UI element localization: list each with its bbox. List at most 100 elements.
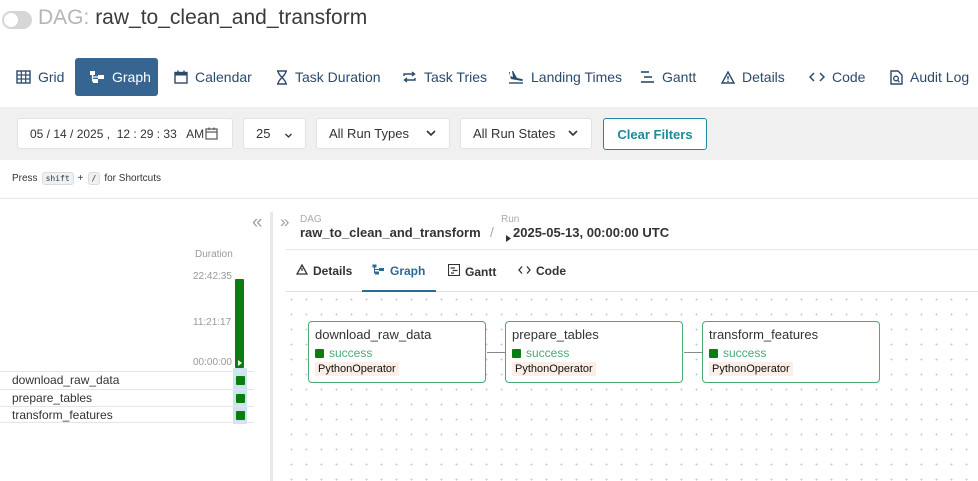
warning-triangle-icon bbox=[721, 70, 735, 84]
view-nav: Grid Graph Calendar Task Duration Task T… bbox=[0, 58, 978, 96]
graph-icon bbox=[372, 264, 385, 278]
nav-task-duration[interactable]: Task Duration bbox=[262, 58, 395, 96]
nav-task-tries-label: Task Tries bbox=[424, 69, 488, 85]
play-icon bbox=[238, 360, 242, 366]
nav-graph-label: Graph bbox=[112, 69, 151, 85]
breadcrumb-separator: / bbox=[490, 224, 494, 240]
task-status-square[interactable] bbox=[236, 411, 245, 420]
grid-icon bbox=[16, 70, 31, 84]
nav-details[interactable]: Details bbox=[707, 58, 799, 96]
node-status-label: success bbox=[723, 346, 767, 360]
duration-tick-min: 00:00:00 bbox=[193, 357, 232, 368]
node-operator-badge: PythonOperator bbox=[709, 362, 793, 376]
chevron-down-icon bbox=[567, 127, 579, 142]
node-status-label: success bbox=[329, 346, 373, 360]
panel-resize-handle[interactable] bbox=[270, 212, 273, 481]
nav-details-label: Details bbox=[742, 69, 785, 85]
node-status: success bbox=[512, 346, 569, 360]
warning-triangle-icon bbox=[295, 263, 309, 278]
tab-gantt[interactable]: Gantt bbox=[447, 263, 497, 279]
collapse-panel-icon[interactable]: « bbox=[252, 212, 263, 234]
nav-code[interactable]: Code bbox=[795, 58, 879, 96]
tab-code[interactable]: Code bbox=[518, 264, 566, 278]
nav-graph[interactable]: Graph bbox=[75, 58, 158, 96]
expand-panel-icon[interactable]: » bbox=[280, 212, 289, 232]
base-date-value: 05 / 14 / 2025 , 12 : 29 : 33 AM bbox=[30, 126, 205, 141]
nav-landing-times[interactable]: Landing Times bbox=[494, 58, 636, 96]
duration-tick-mid: 11:21:17 bbox=[193, 317, 232, 328]
nav-code-label: Code bbox=[832, 69, 866, 85]
status-square-icon bbox=[709, 348, 718, 358]
slash-key: / bbox=[87, 172, 101, 185]
nav-task-tries[interactable]: Task Tries bbox=[388, 58, 501, 96]
run-states-select[interactable]: All Run States bbox=[460, 118, 592, 149]
nav-grid-label: Grid bbox=[38, 69, 65, 85]
duration-label: Duration bbox=[195, 249, 233, 260]
graph-icon bbox=[89, 70, 105, 84]
tab-graph-label: Graph bbox=[390, 264, 426, 278]
status-square-icon bbox=[315, 348, 324, 358]
nav-audit-log-label: Audit Log bbox=[910, 69, 970, 85]
nav-gantt[interactable]: Gantt bbox=[626, 58, 710, 96]
task-status-square[interactable] bbox=[236, 376, 245, 385]
node-operator-badge: PythonOperator bbox=[315, 362, 399, 376]
graph-edge bbox=[684, 352, 703, 353]
task-name: prepare_tables bbox=[12, 391, 93, 405]
nav-calendar-label: Calendar bbox=[195, 69, 252, 85]
code-icon bbox=[809, 71, 825, 83]
plane-landing-icon bbox=[508, 70, 524, 84]
calendar-icon bbox=[174, 70, 188, 84]
node-status: success bbox=[315, 346, 372, 360]
shift-key: shift bbox=[41, 172, 74, 185]
calendar-picker-icon bbox=[205, 127, 218, 143]
run-play-icon bbox=[505, 230, 512, 248]
status-square-icon bbox=[512, 348, 521, 358]
graph-node[interactable]: download_raw_data success PythonOperator bbox=[308, 321, 486, 383]
run-types-select[interactable]: All Run Types bbox=[316, 118, 450, 149]
chevron-down-icon bbox=[425, 127, 437, 142]
graph-edge bbox=[487, 352, 506, 353]
base-date-input[interactable]: 05 / 14 / 2025 , 12 : 29 : 33 AM bbox=[17, 118, 233, 149]
node-status: success bbox=[709, 346, 766, 360]
task-row[interactable]: download_raw_data bbox=[0, 371, 254, 388]
shortcut-suffix: for Shortcuts bbox=[104, 173, 162, 184]
tab-code-label: Code bbox=[536, 264, 566, 278]
run-count-select[interactable]: 25 bbox=[243, 118, 306, 149]
node-task-name: prepare_tables bbox=[512, 327, 599, 342]
nav-audit-log[interactable]: Audit Log bbox=[876, 58, 978, 96]
tab-details-label: Details bbox=[313, 264, 353, 278]
nav-task-duration-label: Task Duration bbox=[295, 69, 381, 85]
audit-search-icon bbox=[890, 69, 903, 85]
tab-details[interactable]: Details bbox=[295, 263, 353, 278]
breadcrumb-dag-name[interactable]: raw_to_clean_and_transform bbox=[300, 225, 481, 240]
code-icon bbox=[518, 264, 531, 278]
node-operator-badge: PythonOperator bbox=[512, 362, 596, 376]
node-task-name: download_raw_data bbox=[315, 327, 432, 342]
task-row[interactable]: prepare_tables bbox=[0, 389, 254, 406]
tab-gantt-label: Gantt bbox=[465, 264, 497, 279]
nav-grid[interactable]: Grid bbox=[2, 58, 78, 96]
nav-gantt-label: Gantt bbox=[662, 69, 697, 85]
hourglass-icon bbox=[276, 69, 288, 85]
task-row[interactable]: transform_features bbox=[0, 406, 254, 423]
nav-landing-times-label: Landing Times bbox=[531, 69, 623, 85]
divider bbox=[0, 198, 978, 199]
nav-calendar[interactable]: Calendar bbox=[160, 58, 266, 96]
dag-pause-toggle[interactable] bbox=[2, 11, 32, 29]
gantt-icon bbox=[640, 70, 655, 84]
tab-graph[interactable]: Graph bbox=[372, 264, 425, 278]
divider bbox=[286, 249, 978, 250]
breadcrumb-dag-label: DAG bbox=[300, 214, 322, 225]
run-types-value: All Run Types bbox=[329, 126, 409, 141]
breadcrumb-run-value[interactable]: 2025-05-13, 00:00:00 UTC bbox=[513, 225, 669, 240]
graph-node[interactable]: transform_features success PythonOperato… bbox=[702, 321, 880, 383]
clear-filters-button[interactable]: Clear Filters bbox=[603, 118, 707, 150]
task-name: download_raw_data bbox=[12, 373, 120, 387]
task-status-square[interactable] bbox=[236, 394, 245, 403]
dag-name: raw_to_clean_and_transform bbox=[95, 6, 368, 29]
run-duration-bar[interactable] bbox=[235, 279, 244, 368]
retry-icon bbox=[402, 70, 417, 84]
task-name: transform_features bbox=[12, 408, 113, 422]
run-count-value: 25 bbox=[256, 126, 271, 141]
graph-node[interactable]: prepare_tables success PythonOperator bbox=[505, 321, 683, 383]
